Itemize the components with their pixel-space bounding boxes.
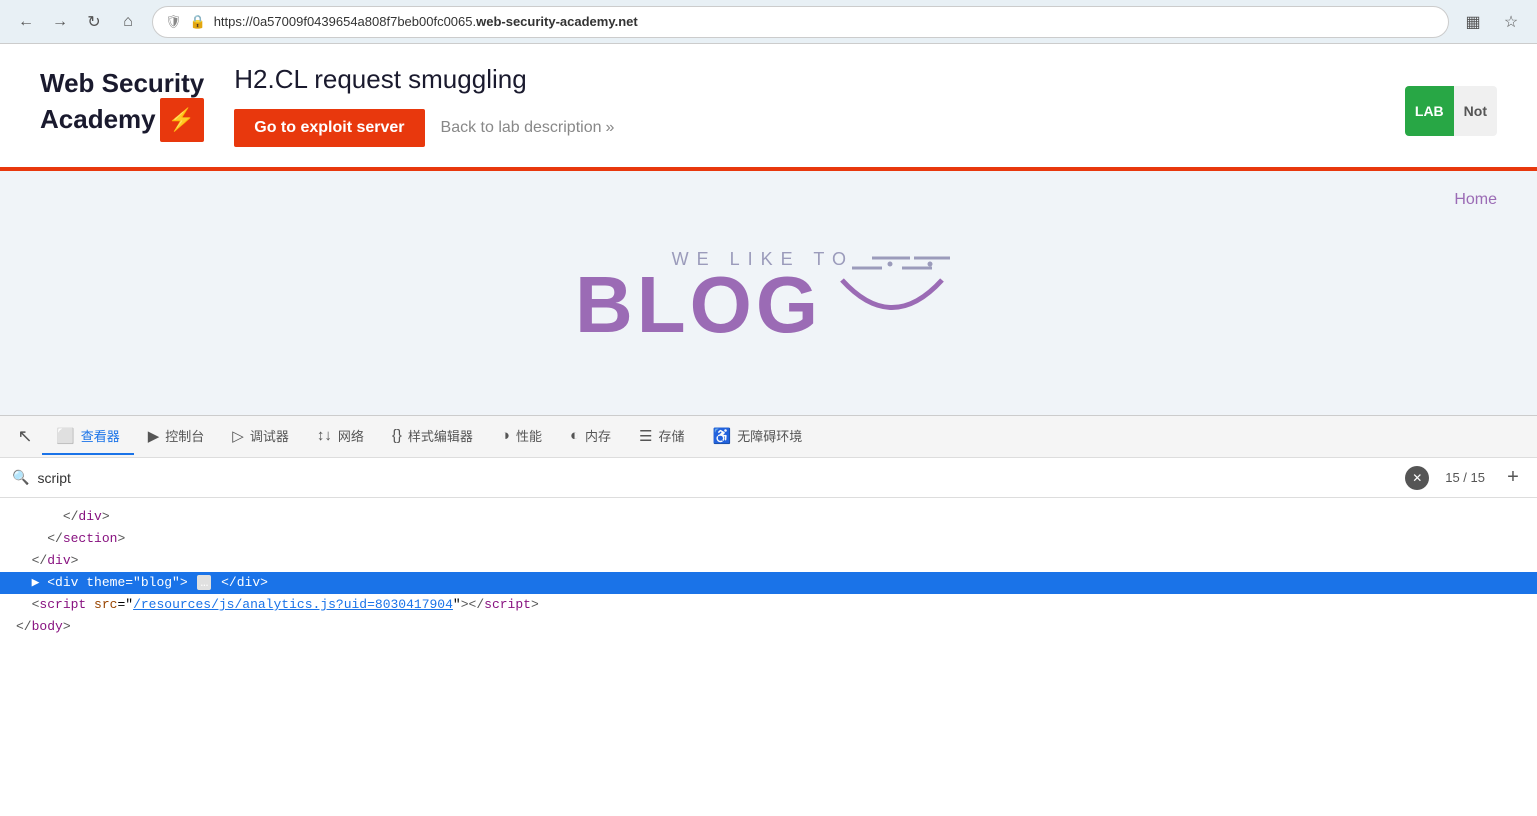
search-add-button[interactable]: + xyxy=(1501,466,1525,490)
qr-button[interactable]: ▦ xyxy=(1459,8,1487,36)
lab-badge: LAB xyxy=(1405,86,1454,136)
logo-words: Web Security Academy ⚡ xyxy=(40,69,204,142)
console-icon: ▶ xyxy=(148,427,160,445)
header-content: H2.CL request smuggling Go to exploit se… xyxy=(234,64,614,147)
storage-icon: ☰ xyxy=(639,427,652,445)
debugger-icon: ▷ xyxy=(232,427,244,445)
tab-debugger[interactable]: ▷ 调试器 xyxy=(218,418,303,455)
blog-area: Home WE LIKE TO BLOG xyxy=(0,171,1537,415)
logo-icon: ⚡ xyxy=(160,98,204,142)
code-line-div-close: </div> xyxy=(0,506,1537,528)
memory-icon: ◐ xyxy=(570,427,579,444)
logo: Web Security Academy ⚡ xyxy=(40,69,204,142)
code-line-script: <script src="/resources/js/analytics.js?… xyxy=(0,594,1537,616)
devtools-tabs: ↖ ⬜ 查看器 ▶ 控制台 ▷ 调试器 ↕↓ 网络 {} 样式编辑器 ◑ 性能 … xyxy=(0,416,1537,458)
tab-style-editor[interactable]: {} 样式编辑器 xyxy=(378,418,487,455)
search-icon: 🔍 xyxy=(12,469,29,486)
tab-storage[interactable]: ☰ 存储 xyxy=(625,418,698,455)
page-header: Web Security Academy ⚡ H2.CL request smu… xyxy=(0,44,1537,147)
search-count: 15 / 15 xyxy=(1445,470,1485,485)
tab-console[interactable]: ▶ 控制台 xyxy=(134,418,219,455)
forward-button[interactable]: → xyxy=(46,8,74,36)
devtools-code: </div> </section> </div> ▶ <div theme="b… xyxy=(0,498,1537,647)
tab-network[interactable]: ↕↓ 网络 xyxy=(303,418,378,455)
blog-title: BLOG xyxy=(575,265,822,345)
lab-status: Not xyxy=(1454,86,1497,136)
logo-text: Web Security Academy ⚡ xyxy=(40,69,204,142)
browser-actions: ▦ ☆ xyxy=(1459,8,1525,36)
blog-hero: WE LIKE TO BLOG xyxy=(0,219,1537,395)
browser-chrome: ← → ↻ ⌂ 🛡 🔒 https://0a57009f0439654a808f… xyxy=(0,0,1537,44)
lock-icon: 🔒 xyxy=(190,14,206,30)
search-input[interactable] xyxy=(37,470,1397,486)
inspector-icon: ⬜ xyxy=(56,427,75,445)
accessibility-icon: ♿ xyxy=(713,427,732,445)
code-line-body-close: </body> xyxy=(0,616,1537,638)
header-actions: Go to exploit server Back to lab descrip… xyxy=(234,109,614,147)
cursor-tool-icon[interactable]: ↖ xyxy=(8,420,42,454)
bookmark-button[interactable]: ☆ xyxy=(1497,8,1525,36)
devtools: ↖ ⬜ 查看器 ▶ 控制台 ▷ 调试器 ↕↓ 网络 {} 样式编辑器 ◑ 性能 … xyxy=(0,415,1537,647)
url-display: https://0a57009f0439654a808f7beb00fc0065… xyxy=(214,14,1436,29)
back-to-lab-link[interactable]: Back to lab description » xyxy=(441,119,615,137)
tab-performance[interactable]: ◑ 性能 xyxy=(487,418,556,455)
devtools-search: 🔍 ✕ 15 / 15 + xyxy=(0,458,1537,498)
blog-face-icon xyxy=(832,260,952,340)
address-bar[interactable]: 🛡 🔒 https://0a57009f0439654a808f7beb00fc… xyxy=(152,6,1449,38)
tab-memory[interactable]: ◐ 内存 xyxy=(556,418,625,455)
code-line-section-close: </section> xyxy=(0,528,1537,550)
code-line-div-theme[interactable]: ▶ <div theme="blog"> … </div> xyxy=(0,572,1537,594)
exploit-server-button[interactable]: Go to exploit server xyxy=(234,109,424,147)
blog-home-link[interactable]: Home xyxy=(1454,191,1497,209)
shield-icon: 🛡 xyxy=(165,14,182,30)
home-button[interactable]: ⌂ xyxy=(114,8,142,36)
search-clear-button[interactable]: ✕ xyxy=(1405,466,1429,490)
tab-accessibility[interactable]: ♿ 无障碍环境 xyxy=(699,418,817,455)
blog-nav: Home xyxy=(0,191,1537,209)
lab-title: H2.CL request smuggling xyxy=(234,64,614,95)
tab-inspector[interactable]: ⬜ 查看器 xyxy=(42,418,134,455)
network-icon: ↕↓ xyxy=(317,427,332,444)
header-right: LAB Not xyxy=(1405,76,1497,136)
code-line-div-close2: </div> xyxy=(0,550,1537,572)
performance-icon: ◑ xyxy=(501,427,510,444)
back-button[interactable]: ← xyxy=(12,8,40,36)
reload-button[interactable]: ↻ xyxy=(80,8,108,36)
style-editor-icon: {} xyxy=(392,427,402,444)
nav-buttons: ← → ↻ ⌂ xyxy=(12,8,142,36)
